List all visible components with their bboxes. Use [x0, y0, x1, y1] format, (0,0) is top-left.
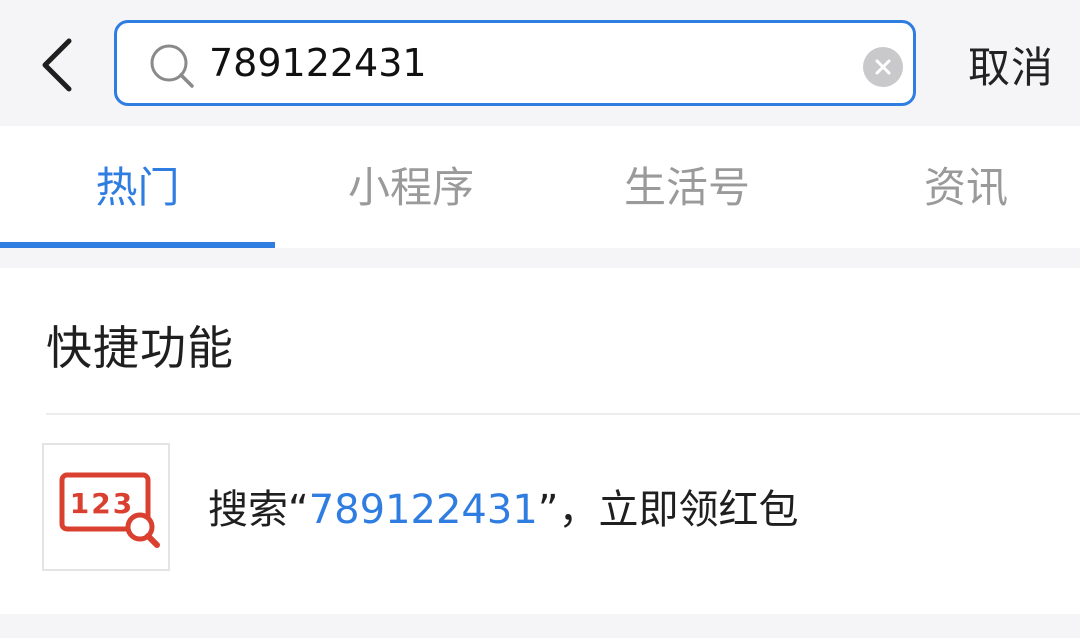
quick-item-prefix: 搜索“: [208, 487, 309, 533]
bottom-spacer: [0, 614, 1080, 638]
quick-item-suffix: ”，立即领红包: [537, 487, 799, 533]
search-icon: [150, 44, 194, 88]
clear-search-button[interactable]: [863, 47, 903, 87]
tab-bar: 热门 小程序 生活号 资讯: [0, 126, 1080, 248]
chevron-left-icon: [42, 38, 72, 92]
number-search-icon: 123: [59, 472, 160, 548]
section-title: 快捷功能: [46, 321, 234, 375]
cancel-button[interactable]: 取消: [946, 34, 1076, 94]
search-box[interactable]: [114, 20, 916, 106]
tab-news[interactable]: 资讯: [828, 126, 1080, 248]
back-button[interactable]: [22, 30, 92, 100]
active-tab-indicator: [0, 242, 275, 248]
top-bar: 取消: [0, 0, 1080, 126]
quick-item-keyword: 789122431: [308, 487, 538, 533]
clear-circle-icon: [875, 59, 891, 75]
number-search-icon-text: 123: [70, 487, 134, 520]
quick-item-red-packet[interactable]: 123 搜索“789122431”，立即领红包: [0, 415, 1080, 613]
quick-item-label: 搜索“789122431”，立即领红包: [208, 477, 799, 535]
tab-life-accounts[interactable]: 生活号: [552, 126, 822, 248]
tab-mini-programs[interactable]: 小程序: [276, 126, 546, 248]
search-input[interactable]: [209, 33, 849, 93]
quick-functions-section: 快捷功能 123 搜索“789122431”，立即领红包: [0, 268, 1080, 614]
tab-hot[interactable]: 热门: [0, 126, 275, 248]
quick-item-thumbnail: 123: [42, 443, 170, 571]
